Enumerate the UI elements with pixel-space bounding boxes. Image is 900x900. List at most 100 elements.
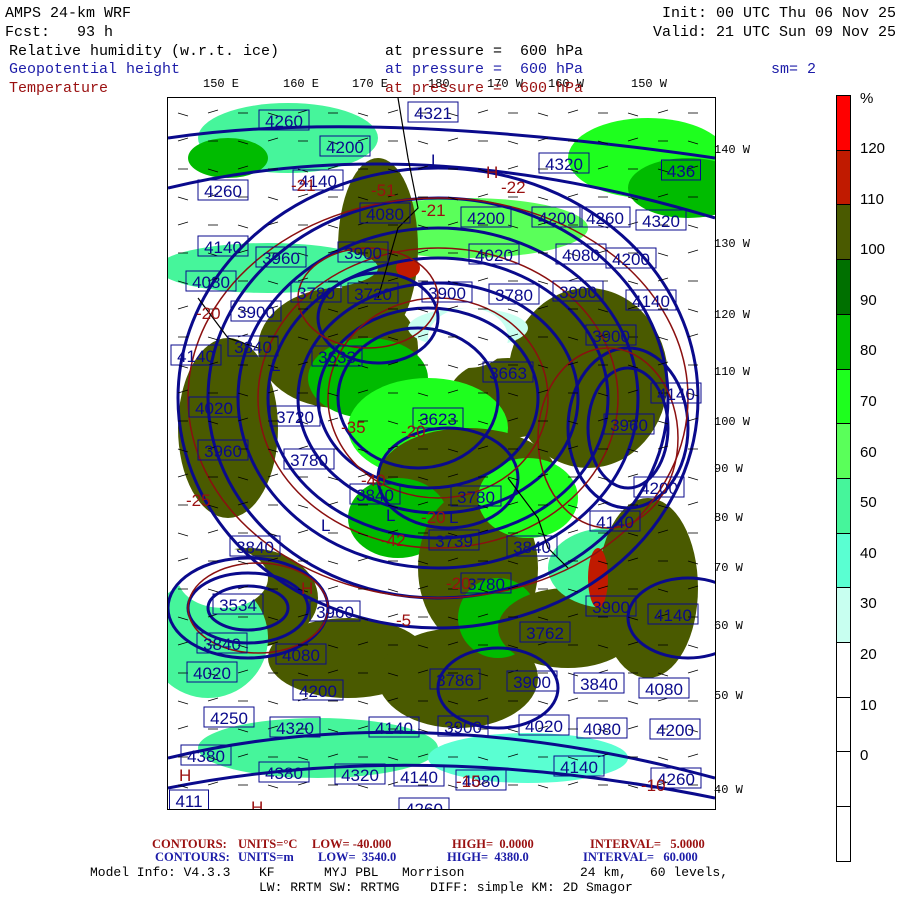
height-contour-label: 4140 bbox=[170, 344, 222, 366]
cumulus-scheme: KF bbox=[259, 865, 275, 880]
longitude-label: 150 W bbox=[631, 77, 668, 91]
height-value: 3534 bbox=[219, 596, 257, 615]
height-contour-label: 3960 bbox=[197, 439, 249, 461]
wind-barb bbox=[567, 529, 579, 534]
height-value: 3633 bbox=[318, 348, 356, 367]
height-value: 4380 bbox=[187, 747, 225, 766]
height-value: 4140 bbox=[632, 292, 670, 311]
height-value: 3900 bbox=[513, 673, 551, 692]
colorbar-swatch bbox=[836, 642, 851, 698]
field-height-name: Geopotential height bbox=[9, 61, 181, 78]
height-contour-label: 3840 bbox=[573, 672, 625, 694]
colorbar-swatch bbox=[836, 313, 851, 370]
height-contour-label: 3762 bbox=[519, 621, 571, 643]
height-value: 4320 bbox=[642, 212, 680, 231]
height-contour-label: 3900 bbox=[585, 324, 637, 346]
field-rh-level: at pressure = 600 hPa bbox=[385, 43, 584, 60]
model-title: AMPS 24-km WRF bbox=[5, 5, 132, 22]
wind-barb bbox=[537, 196, 549, 201]
height-contour-label: 4020 bbox=[468, 243, 520, 265]
height-value: 3960 bbox=[204, 442, 242, 461]
height-value: 4140 bbox=[375, 719, 413, 738]
temperature-label: -20 bbox=[401, 422, 426, 441]
map-plot: 4260 4321 4200 4140 4260 4320 436 4080 4200 4200 4… bbox=[167, 97, 716, 810]
height-contour-label: 3900 bbox=[230, 300, 282, 322]
height-value: 4080 bbox=[645, 680, 683, 699]
map-svg: 4260 4321 4200 4140 4260 4320 436 4080 4200 4200 4… bbox=[168, 98, 715, 809]
colorbar-tick-label: 10 bbox=[860, 696, 877, 714]
height-value: 4140 bbox=[657, 385, 695, 404]
height-value: 4200 bbox=[299, 682, 337, 701]
height-value: 3900 bbox=[559, 283, 597, 302]
height-contour-label: 4140 bbox=[553, 755, 605, 777]
latitude-label: 40 W bbox=[714, 783, 743, 797]
wind-barb bbox=[327, 417, 339, 422]
wind-barb bbox=[207, 336, 219, 341]
height-value: 4080 bbox=[192, 273, 230, 292]
wind-barb bbox=[357, 557, 369, 562]
colorbar-tick-label: 50 bbox=[860, 494, 877, 512]
wind-barb bbox=[627, 280, 639, 285]
height-value: 4380 bbox=[265, 764, 303, 783]
high-center-marker: H bbox=[179, 766, 191, 785]
height-value: 3780 bbox=[495, 286, 533, 305]
colorbar-swatch bbox=[836, 95, 851, 151]
height-value: 4200 bbox=[538, 209, 576, 228]
height-contour-label: 4140 bbox=[197, 235, 249, 257]
height-value: 3960 bbox=[262, 249, 300, 268]
height-value: 3960 bbox=[610, 416, 648, 435]
height-value: 3739 bbox=[435, 532, 473, 551]
height-contour-label: 4020 bbox=[518, 714, 570, 736]
wind-barb bbox=[507, 728, 519, 733]
height-contour-label: 4080 bbox=[576, 717, 628, 739]
temperature-label: -10 bbox=[641, 776, 666, 795]
wind-barb bbox=[177, 137, 189, 142]
height-contour-label: 4020 bbox=[188, 396, 240, 418]
wind-barb bbox=[267, 700, 279, 705]
wind-barb bbox=[477, 277, 489, 282]
height-contours-units: UNITS=m bbox=[238, 850, 294, 864]
height-value: 4140 bbox=[560, 758, 598, 777]
height-contour-label: 4080 bbox=[638, 677, 690, 699]
field-temp-name: Temperature bbox=[9, 80, 109, 97]
height-contours-high: HIGH= 4380.0 bbox=[447, 850, 529, 864]
wind-barb bbox=[627, 112, 639, 117]
height-value: 3900 bbox=[592, 598, 630, 617]
height-contour-label: 3900 bbox=[506, 670, 558, 692]
latitude-label: 60 W bbox=[714, 619, 743, 633]
height-contour-label: 3900 bbox=[337, 241, 389, 263]
low-center-marker: L bbox=[449, 508, 458, 527]
height-contour-label: 4200 bbox=[460, 206, 512, 228]
colorbar-swatch bbox=[836, 477, 851, 534]
height-value: 4260 bbox=[204, 182, 242, 201]
colorbar-tick-label: 0 bbox=[860, 747, 869, 765]
colorbar-tick-label: 80 bbox=[860, 342, 877, 360]
wind-barb bbox=[687, 308, 699, 313]
temperature-label: -35 bbox=[341, 418, 366, 437]
height-value: 4320 bbox=[276, 719, 314, 738]
wind-barb bbox=[207, 109, 219, 114]
wind-barb bbox=[687, 249, 699, 254]
height-contour-label: 4140 bbox=[625, 289, 677, 311]
height-value: 4200 bbox=[656, 721, 694, 740]
height-value: 4020 bbox=[525, 717, 563, 736]
height-value: 3840 bbox=[234, 338, 272, 357]
height-value: 4020 bbox=[195, 399, 233, 418]
wind-barb bbox=[657, 109, 669, 114]
height-contour-label: 4320 bbox=[269, 716, 321, 738]
height-value: 3840 bbox=[203, 635, 241, 654]
wind-barb bbox=[327, 501, 339, 506]
temperature-label: -22 bbox=[501, 178, 526, 197]
wind-barb bbox=[387, 109, 399, 114]
wind-barb bbox=[327, 585, 339, 590]
height-contour-label: 436 bbox=[661, 159, 701, 181]
height-value: 3786 bbox=[436, 671, 474, 690]
latitude-label: 50 W bbox=[714, 689, 743, 703]
wind-barb bbox=[387, 588, 399, 593]
height-contour-label: 3720 bbox=[269, 405, 321, 427]
height-contour-label: 3840 bbox=[506, 535, 558, 557]
init-time: Init: 00 UTC Thu 06 Nov 25 bbox=[661, 5, 896, 22]
height-value: 3762 bbox=[526, 624, 564, 643]
temperature-label: -5 bbox=[396, 611, 411, 630]
height-contour-label: 4260 bbox=[579, 206, 631, 228]
